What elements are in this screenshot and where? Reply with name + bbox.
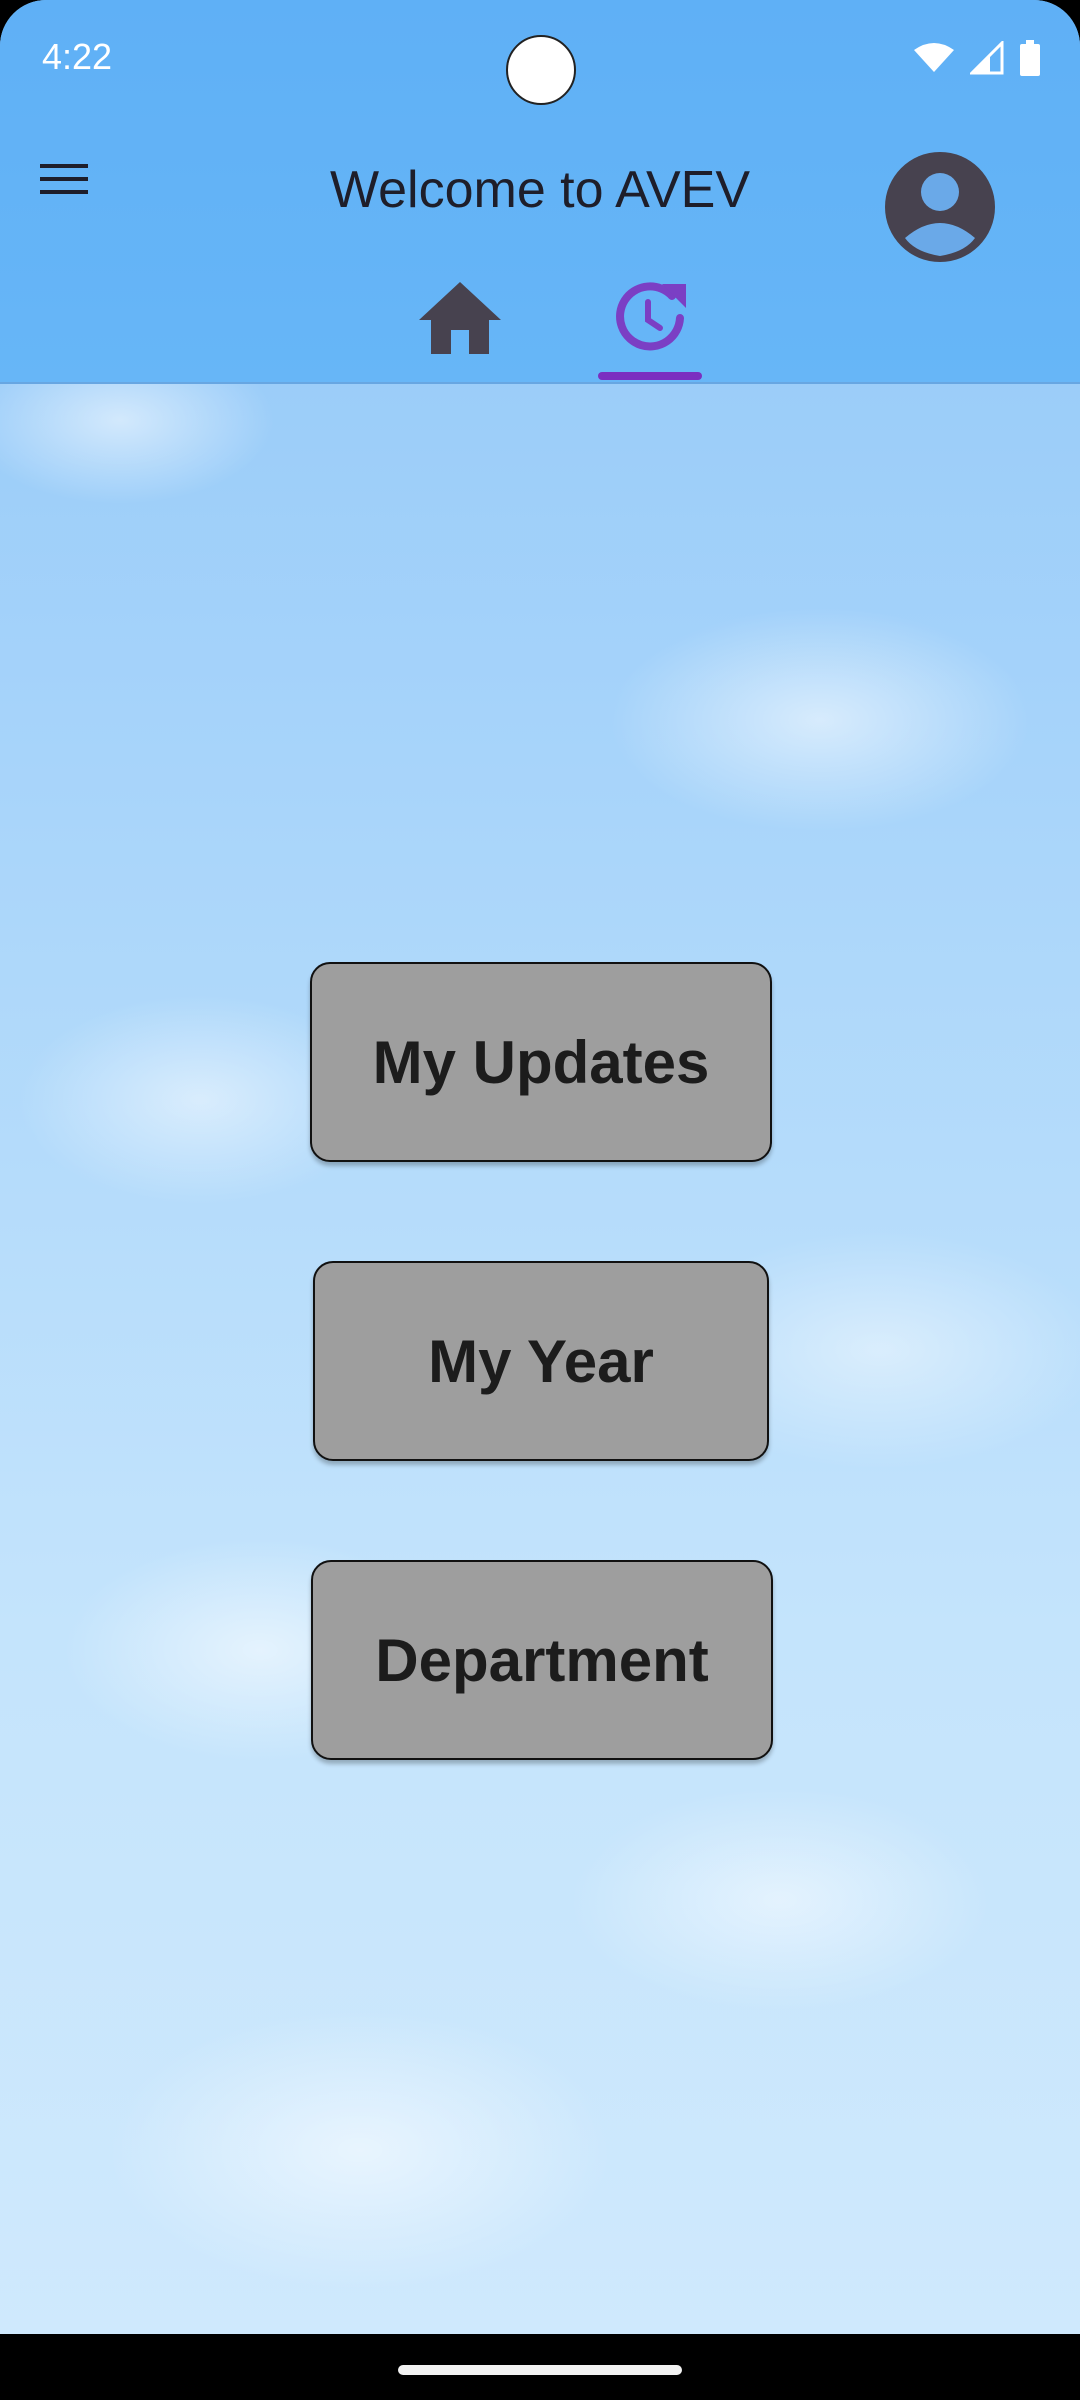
- department-button[interactable]: Department: [311, 1560, 773, 1760]
- home-gesture-handle[interactable]: [398, 2365, 682, 2375]
- my-updates-button[interactable]: My Updates: [310, 962, 772, 1162]
- main-content: My Updates My Year Department: [0, 0, 1080, 2334]
- app-screen: 4:22 Welcome to AVEV My Updates My Year …: [0, 0, 1080, 2334]
- my-year-button[interactable]: My Year: [313, 1261, 769, 1461]
